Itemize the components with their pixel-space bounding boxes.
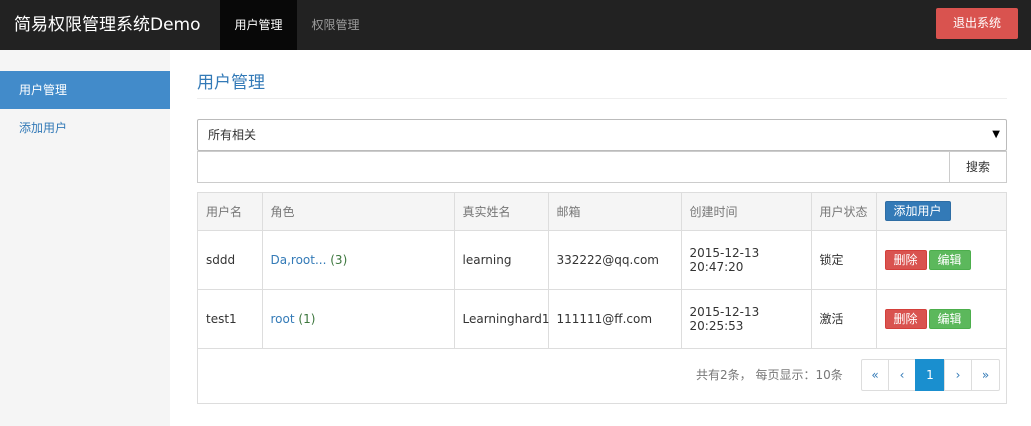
nav-tab-permission-management[interactable]: 权限管理 <box>297 0 374 50</box>
roles-link[interactable]: Da,root... <box>271 253 327 267</box>
column-header-roles: 角色 <box>262 193 455 231</box>
previous-page-button[interactable]: ‹ <box>888 359 916 391</box>
created-date: 2015-12-13 <box>689 304 760 319</box>
cell-roles: root (1) <box>262 289 455 349</box>
first-page-button[interactable]: « <box>861 359 889 391</box>
column-header-email: 邮箱 <box>548 193 682 231</box>
table-row: sddd Da,root... (3) learning 332222@qq.c… <box>198 230 1006 290</box>
roles-link[interactable]: root <box>271 312 295 326</box>
logout-button[interactable]: 退出系统 <box>936 8 1018 39</box>
sidebar-item-user-management[interactable]: 用户管理 <box>0 71 170 109</box>
filter-select[interactable]: 所有相关 ▼ <box>197 119 1007 151</box>
add-user-button[interactable]: 添加用户 <box>884 201 951 222</box>
column-header-real-name: 真实姓名 <box>454 193 549 231</box>
cell-created-time: 2015-12-13 20:47:20 <box>681 230 812 290</box>
sidebar-item-add-user[interactable]: 添加用户 <box>0 109 170 147</box>
column-header-created-time: 创建时间 <box>681 193 812 231</box>
edit-button[interactable]: 编辑 <box>928 249 971 270</box>
edit-button[interactable]: 编辑 <box>928 308 971 329</box>
created-clock: 20:25:53 <box>689 318 744 333</box>
search-input[interactable] <box>197 151 950 183</box>
title-divider <box>197 98 1007 99</box>
cell-email: 332222@qq.com <box>548 230 682 290</box>
filter-select-value: 所有相关 <box>208 128 257 142</box>
chevron-down-icon: ▼ <box>992 129 1000 140</box>
cell-actions: 删除 编辑 <box>876 289 1006 349</box>
role-count: (1) <box>298 311 316 326</box>
last-page-button[interactable]: » <box>971 359 1000 391</box>
top-navbar: 简易权限管理系统Demo 用户管理 权限管理 退出系统 <box>0 0 1031 50</box>
pagination-summary: 共有2条， 每页显示：10条 <box>696 368 843 382</box>
cell-status: 锁定 <box>811 230 877 290</box>
delete-button[interactable]: 删除 <box>884 249 927 270</box>
column-header-username: 用户名 <box>198 193 263 231</box>
table-row: test1 root (1) Learninghard1 111111@ff.c… <box>198 289 1006 349</box>
cell-status: 激活 <box>811 289 877 349</box>
pagination: « ‹ 1 › » <box>861 359 1000 391</box>
delete-button[interactable]: 删除 <box>884 308 927 329</box>
app-brand[interactable]: 简易权限管理系统Demo <box>14 0 201 50</box>
created-date: 2015-12-13 <box>689 245 760 260</box>
page-button-current[interactable]: 1 <box>915 359 945 391</box>
cell-username: test1 <box>198 289 263 349</box>
search-button[interactable]: 搜索 <box>949 151 1007 183</box>
created-clock: 20:47:20 <box>689 259 744 274</box>
cell-actions: 删除 编辑 <box>876 230 1006 290</box>
next-page-button[interactable]: › <box>944 359 972 391</box>
cell-created-time: 2015-12-13 20:25:53 <box>681 289 812 349</box>
cell-real-name: Learninghard1 <box>454 289 550 349</box>
column-header-status: 用户状态 <box>811 193 877 231</box>
cell-username: sddd <box>198 230 263 290</box>
column-header-actions: 添加用户 <box>876 193 1006 231</box>
sidebar: 用户管理 添加用户 <box>0 50 170 426</box>
role-count: (3) <box>330 252 348 267</box>
table-header-row: 用户名 角色 真实姓名 邮箱 创建时间 用户状态 添加用户 <box>198 193 1006 231</box>
page-title: 用户管理 <box>197 73 265 93</box>
nav-tab-user-management[interactable]: 用户管理 <box>220 0 297 50</box>
cell-roles: Da,root... (3) <box>262 230 455 290</box>
cell-real-name: learning <box>454 230 549 290</box>
cell-email: 111111@ff.com <box>548 289 682 349</box>
